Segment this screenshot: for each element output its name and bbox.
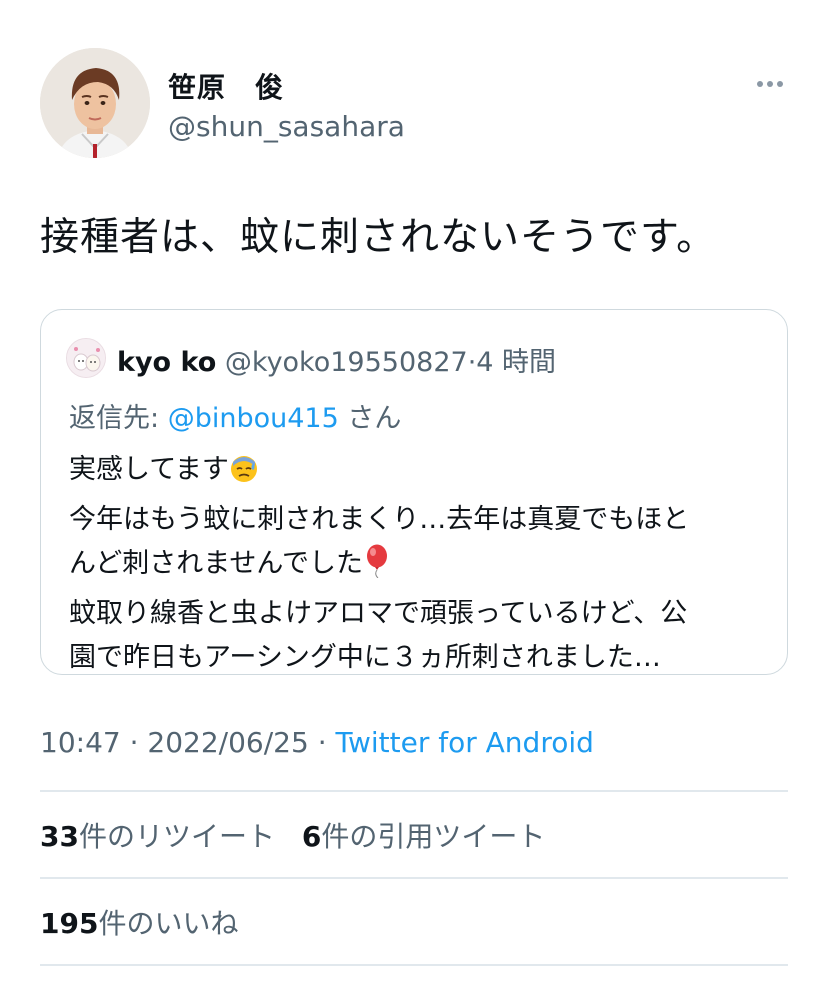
retweets-label: 件のリツイート (78, 820, 275, 853)
quoted-time: 4 時間 (476, 347, 557, 378)
quoted-separator: · (467, 347, 477, 378)
divider (40, 964, 788, 966)
quoted-line: 今年はもう蚊に刺されまくり…去年は真夏でもほと (69, 504, 690, 535)
divider (40, 790, 788, 792)
meta-separator: · (120, 726, 148, 759)
more-options-icon[interactable] (755, 72, 785, 96)
author-handle[interactable]: @shun_sasahara (168, 110, 405, 143)
quoted-header: kyo ko @kyoko19550827·4 時間 (117, 340, 556, 379)
quotes-label: 件の引用ツイート (321, 820, 546, 853)
quotes-count: 6 (301, 820, 322, 853)
quoted-line-text: 実感してます (69, 454, 229, 485)
quoted-author-avatar (66, 338, 106, 378)
tweet-source-link[interactable]: Twitter for Android (336, 726, 594, 759)
retweets-count: 33 (40, 820, 79, 853)
meta-separator: · (308, 726, 336, 759)
reply-suffix: さん (338, 403, 402, 434)
tweet-text: 接種者は、蚊に刺されないそうです。 (40, 215, 717, 260)
likes-stat[interactable]: 195件のいいね (40, 907, 238, 940)
quoted-line: 蚊取り線香と虫よけアロマで頑張っているけど、公 (69, 598, 688, 629)
tweet-date[interactable]: 2022/06/25 (147, 726, 308, 759)
likes-count: 195 (40, 907, 99, 940)
quoted-line: んど刺されませんでした (69, 542, 689, 592)
likes-stats: 195件のいいね (40, 902, 256, 942)
retweets-stat[interactable]: 33件のリツイート (40, 820, 275, 853)
divider (40, 877, 788, 879)
balloon-icon (363, 544, 391, 592)
more-dot (777, 81, 783, 87)
more-dot (767, 81, 773, 87)
quoted-line: 園で昨日もアーシング中に３ヵ所刺されました… (69, 642, 661, 673)
quoted-reply-to: 返信先: @binbou415 さん (69, 396, 401, 435)
author-display-name[interactable]: 笹原 俊 (168, 66, 284, 106)
retweet-quote-stats: 33件のリツイート 6件の引用ツイート (40, 815, 563, 855)
quotes-stat[interactable]: 6件の引用ツイート (302, 820, 546, 853)
quoted-handle: @kyoko19550827 (224, 347, 468, 378)
reply-mention-link[interactable]: @binbou415 (168, 403, 339, 434)
reply-prefix: 返信先: (69, 403, 168, 434)
quoted-tweet-card[interactable]: kyo ko @kyoko19550827·4 時間 返信先: @binbou4… (40, 309, 788, 675)
tweet-time[interactable]: 10:47 (40, 726, 121, 759)
quoted-line-text: んど刺されませんでした (69, 548, 364, 579)
quoted-tweet-text: 実感してます 今年はもう蚊に刺されまくり…去年は真夏でもほと んど刺されませんで… (69, 448, 689, 680)
quoted-line: 実感してます (69, 448, 689, 498)
more-dot (757, 81, 763, 87)
likes-label: 件のいいね (98, 907, 239, 940)
downcast-sweat-face-icon (229, 454, 259, 498)
quoted-display-name: kyo ko (117, 347, 217, 378)
tweet-timestamp-line: 10:47 · 2022/06/25 · Twitter for Android (40, 726, 594, 759)
author-avatar[interactable] (40, 48, 150, 158)
